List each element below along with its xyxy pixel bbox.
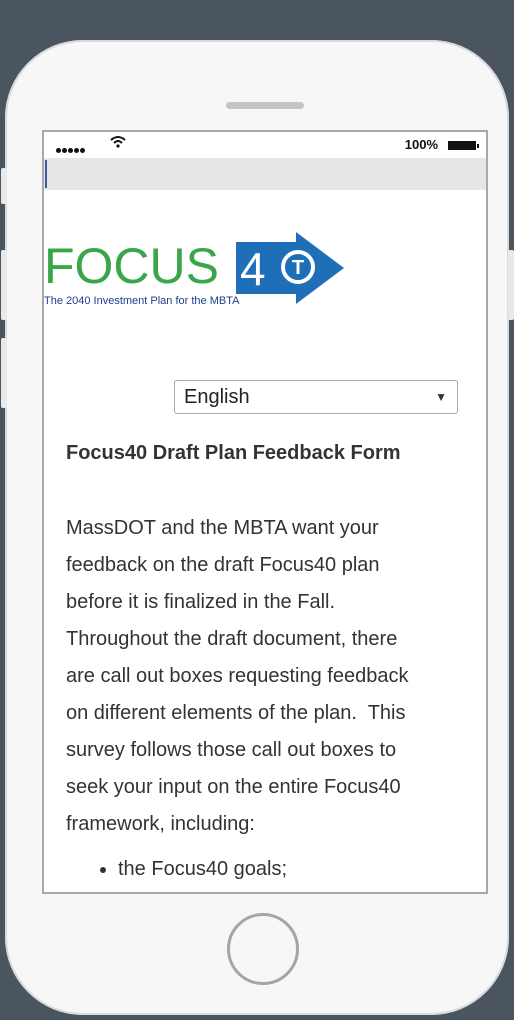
ringer-switch xyxy=(1,168,7,204)
intro-line: feedback on the draft Focus40 plan xyxy=(66,554,380,576)
logo-word: FOCUS xyxy=(44,238,219,294)
intro-line: before it is finalized in the Fall. xyxy=(66,591,336,613)
speaker-grille xyxy=(226,102,304,109)
battery-percentage: 100% xyxy=(404,137,438,152)
home-button[interactable] xyxy=(227,913,299,985)
status-bar: 100% xyxy=(44,132,486,158)
intro-line: survey follows those call out boxes to xyxy=(66,739,397,761)
volume-down-button xyxy=(1,338,7,408)
list-item: the Focus40 goals; xyxy=(118,858,287,881)
form-title: Focus40 Draft Plan Feedback Form xyxy=(66,442,401,464)
goals-list: the Focus40 goals; xyxy=(66,858,287,881)
intro-line: framework, including: xyxy=(66,813,255,835)
intro-line: MassDOT and the MBTA want your xyxy=(66,517,379,539)
intro-line: on different elements of the plan. This xyxy=(66,702,406,724)
phone-screen: 100% FOCUS 4 T The 2040 Investment Plan … xyxy=(42,130,488,894)
mbta-t-letter: T xyxy=(292,257,304,279)
intro-line: seek your input on the entire Focus40 xyxy=(66,776,401,798)
signal-icon xyxy=(56,141,86,156)
wifi-icon xyxy=(110,135,126,152)
dropdown-arrow-icon: ▼ xyxy=(435,390,447,404)
power-button xyxy=(508,250,514,320)
browser-address-bar[interactable] xyxy=(44,158,486,190)
intro-paragraph: MassDOT and the MBTA want your feedback … xyxy=(66,510,466,843)
text-cursor xyxy=(45,160,47,188)
language-selected-value: English xyxy=(184,386,250,408)
volume-up-button xyxy=(1,250,7,320)
battery-icon xyxy=(448,141,479,150)
intro-line: Throughout the draft document, there xyxy=(66,628,398,650)
language-select[interactable]: English ▼ xyxy=(174,380,458,414)
logo-number: 4 xyxy=(240,243,266,295)
focus40-logo: FOCUS 4 T The 2040 Investment Plan for t… xyxy=(44,232,344,307)
intro-line: are call out boxes requesting feedback xyxy=(66,665,409,687)
logo-tagline: The 2040 Investment Plan for the MBTA xyxy=(44,295,240,307)
